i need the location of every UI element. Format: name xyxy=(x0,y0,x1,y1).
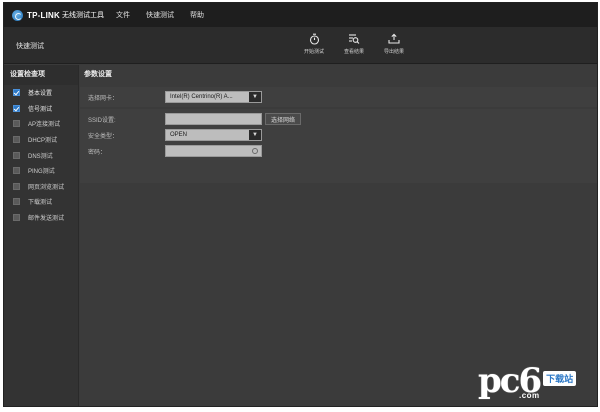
menu-bar: 文件 快速测试 帮助 xyxy=(116,10,220,20)
ssid-label: SSID设置: xyxy=(88,117,116,124)
view-results-label: 查看结果 xyxy=(343,49,364,55)
sidebar-item-ping-test[interactable]: PING测试 xyxy=(4,163,78,179)
watermark: pc6 下载站 .com xyxy=(478,364,577,400)
show-password-icon[interactable] xyxy=(252,148,258,154)
checkbox[interactable] xyxy=(13,136,20,144)
toolbar-title: 快速测试 xyxy=(16,43,44,50)
sidebar-item-label: 下载测试 xyxy=(28,200,53,207)
security-type-select[interactable]: OPEN ▼ xyxy=(165,129,262,141)
toolbar: 快速测试 开始测试 查看结果 导出结果 xyxy=(4,27,597,64)
adapter-label: 选择网卡： xyxy=(88,95,119,102)
checkbox[interactable] xyxy=(13,214,20,222)
sidebar-item-label: AP连接测试 xyxy=(28,122,61,129)
checkbox[interactable] xyxy=(13,198,20,206)
app-window: TP-LINK 无线测试工具 文件 快速测试 帮助 快速测试 开始测试 查看结果… xyxy=(3,2,598,407)
sidebar-item-label: DNS测试 xyxy=(28,153,53,160)
sidebar-item-download-test[interactable]: 下载测试 xyxy=(4,194,78,210)
sidebar-item-basic-settings[interactable]: 基本设置 xyxy=(4,85,78,101)
sidebar-item-signal-test[interactable]: 信号测试 xyxy=(4,101,78,117)
checkbox[interactable] xyxy=(13,167,20,175)
brand-name: TP-LINK xyxy=(27,10,60,20)
checkbox[interactable] xyxy=(13,89,20,97)
adapter-panel: 选择网卡： Intel(R) Centrino(R) A... ▼ xyxy=(80,87,597,107)
start-test-label: 开始测试 xyxy=(303,49,324,55)
view-results-button[interactable]: 查看结果 xyxy=(336,33,372,55)
security-row: 安全类型： OPEN ▼ xyxy=(80,129,262,141)
watermark-badge: 下载站 xyxy=(543,371,577,386)
start-test-button[interactable]: 开始测试 xyxy=(296,33,332,55)
ssid-row: SSID设置: 选择网络 xyxy=(80,113,302,125)
tp-link-logo-icon xyxy=(12,9,23,21)
sidebar-item-mail-send-test[interactable]: 邮件发送测试 xyxy=(4,210,78,226)
stopwatch-icon xyxy=(309,33,319,45)
sidebar-item-label: DHCP测试 xyxy=(28,138,58,145)
adapter-select[interactable]: Intel(R) Centrino(R) A... ▼ xyxy=(165,91,262,103)
security-label: 安全类型： xyxy=(88,133,119,140)
title-bar: TP-LINK 无线测试工具 文件 快速测试 帮助 xyxy=(4,3,597,27)
checkbox[interactable] xyxy=(13,182,20,190)
sidebar-item-ap-connection-test[interactable]: AP连接测试 xyxy=(4,116,78,132)
sidebar-item-label: 信号测试 xyxy=(28,106,53,113)
export-icon xyxy=(388,33,400,44)
app-logo: TP-LINK 无线测试工具 xyxy=(12,9,104,21)
checkbox[interactable] xyxy=(13,151,20,159)
sidebar-item-dhcp-test[interactable]: DHCP测试 xyxy=(4,132,78,148)
app-name: 无线测试工具 xyxy=(61,12,104,19)
sidebar-item-label: 邮件发送测试 xyxy=(28,216,65,223)
sidebar-item-label: 网页浏览测试 xyxy=(28,184,65,191)
select-network-button[interactable]: 选择网络 xyxy=(265,113,302,125)
checkbox[interactable] xyxy=(13,120,20,128)
menu-file[interactable]: 文件 xyxy=(116,10,130,20)
view-results-icon xyxy=(349,34,360,44)
export-results-label: 导出结果 xyxy=(383,49,404,55)
sidebar-item-web-browse-test[interactable]: 网页浏览测试 xyxy=(4,179,78,195)
main-panel: 参数设置 选择网卡： Intel(R) Centrino(R) A... ▼ S… xyxy=(80,65,597,406)
main-title: 参数设置 xyxy=(84,71,112,78)
adapter-value: Intel(R) Centrino(R) A... xyxy=(170,94,233,100)
checkbox[interactable] xyxy=(13,104,20,112)
network-settings-panel: SSID设置: 选择网络 安全类型： OPEN ▼ 密码： xyxy=(80,109,597,183)
sidebar-item-label: PING测试 xyxy=(28,169,55,176)
sidebar-item-dns-test[interactable]: DNS测试 xyxy=(4,147,78,163)
password-input[interactable] xyxy=(165,145,262,157)
password-row: 密码： xyxy=(80,145,262,157)
sidebar-item-label: 基本设置 xyxy=(28,91,53,98)
password-label: 密码： xyxy=(88,149,107,156)
security-value: OPEN xyxy=(170,132,188,138)
ssid-input[interactable] xyxy=(165,113,262,125)
menu-quick-test[interactable]: 快速测试 xyxy=(146,10,174,20)
menu-help[interactable]: 帮助 xyxy=(190,10,204,20)
watermark-site: .com xyxy=(519,391,540,400)
sidebar: 设置检查项 基本设置 信号测试 AP连接测试 DHCP测试 DNS测试 PING… xyxy=(4,65,79,406)
export-results-button[interactable]: 导出结果 xyxy=(376,33,412,55)
adapter-row: 选择网卡： Intel(R) Centrino(R) A... ▼ xyxy=(80,91,262,103)
chevron-down-icon[interactable]: ▼ xyxy=(249,130,261,140)
chevron-down-icon[interactable]: ▼ xyxy=(249,92,261,102)
sidebar-title: 设置检查项 xyxy=(4,65,78,85)
